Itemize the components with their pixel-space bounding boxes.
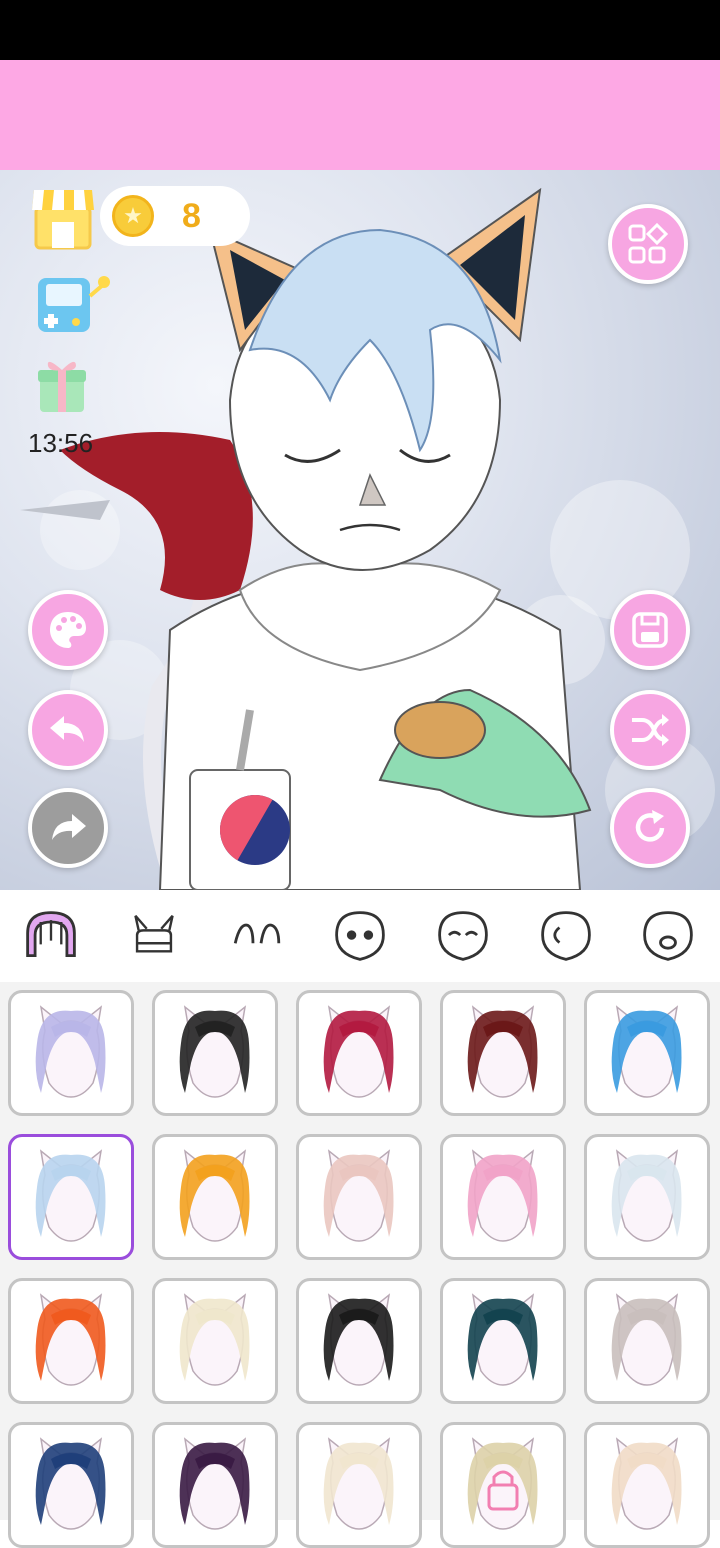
hair-item[interactable] xyxy=(8,990,134,1116)
tab-hair[interactable] xyxy=(20,905,82,967)
hair-item[interactable] xyxy=(584,1422,710,1548)
palette-button[interactable] xyxy=(28,590,108,670)
mouth-icon xyxy=(643,911,694,961)
hair-item[interactable] xyxy=(296,1422,422,1548)
hair-item[interactable] xyxy=(152,1422,278,1548)
tab-face-shape[interactable] xyxy=(329,905,391,967)
palette-icon xyxy=(50,612,86,648)
categories-button[interactable] xyxy=(608,204,688,284)
coin-counter[interactable]: ★ 8 xyxy=(100,186,250,246)
hair-item[interactable] xyxy=(296,990,422,1116)
hair-item[interactable] xyxy=(440,990,566,1116)
save-icon xyxy=(632,612,668,648)
hair-item[interactable] xyxy=(152,1278,278,1404)
reset-icon xyxy=(635,810,665,842)
status-bar xyxy=(0,0,720,60)
face-shape-icon xyxy=(335,911,385,961)
hair-item[interactable] xyxy=(8,1278,134,1404)
shuffle-icon xyxy=(632,714,669,746)
game-console-icon[interactable] xyxy=(34,270,112,336)
horns-icon xyxy=(134,915,174,953)
redo-button[interactable] xyxy=(28,788,108,868)
reset-button[interactable] xyxy=(610,788,690,868)
coin-count: 8 xyxy=(182,196,201,235)
clock-time: 13:56 xyxy=(28,428,94,458)
tab-ears[interactable] xyxy=(535,905,597,967)
hair-item-grid xyxy=(0,982,720,1548)
tab-eyes[interactable] xyxy=(432,905,494,967)
ears-icon xyxy=(540,911,591,961)
hair-item[interactable] xyxy=(584,1278,710,1404)
eyes-icon xyxy=(438,911,488,961)
tab-mouth[interactable] xyxy=(637,905,699,967)
ad-banner xyxy=(0,60,720,170)
hair-item[interactable] xyxy=(152,990,278,1116)
avatar-stage: ★ 8 13:56 xyxy=(0,170,720,890)
hair-item[interactable] xyxy=(584,990,710,1116)
hair-item[interactable] xyxy=(584,1134,710,1260)
categories-icon xyxy=(628,222,669,264)
undo-button[interactable] xyxy=(28,690,108,770)
coin-icon: ★ xyxy=(112,195,154,237)
hair-item[interactable] xyxy=(440,1278,566,1404)
hair-item[interactable] xyxy=(8,1134,134,1260)
category-tabs xyxy=(0,890,720,982)
redo-icon xyxy=(52,814,86,840)
hair-item[interactable] xyxy=(440,1134,566,1260)
hair-icon xyxy=(26,911,77,958)
hair-item[interactable] xyxy=(8,1422,134,1548)
gift-icon[interactable] xyxy=(36,356,88,414)
undo-icon xyxy=(50,716,84,742)
shuffle-button[interactable] xyxy=(610,690,690,770)
hair-item[interactable] xyxy=(296,1278,422,1404)
eyebrows-icon xyxy=(233,923,281,944)
lock-icon xyxy=(467,1437,538,1530)
save-button[interactable] xyxy=(610,590,690,670)
shop-icon[interactable] xyxy=(30,182,96,250)
hair-item[interactable] xyxy=(296,1134,422,1260)
tab-horns[interactable] xyxy=(123,905,185,967)
hair-item[interactable] xyxy=(440,1422,566,1548)
hair-item[interactable] xyxy=(152,1134,278,1260)
tab-eyebrows[interactable] xyxy=(226,905,288,967)
